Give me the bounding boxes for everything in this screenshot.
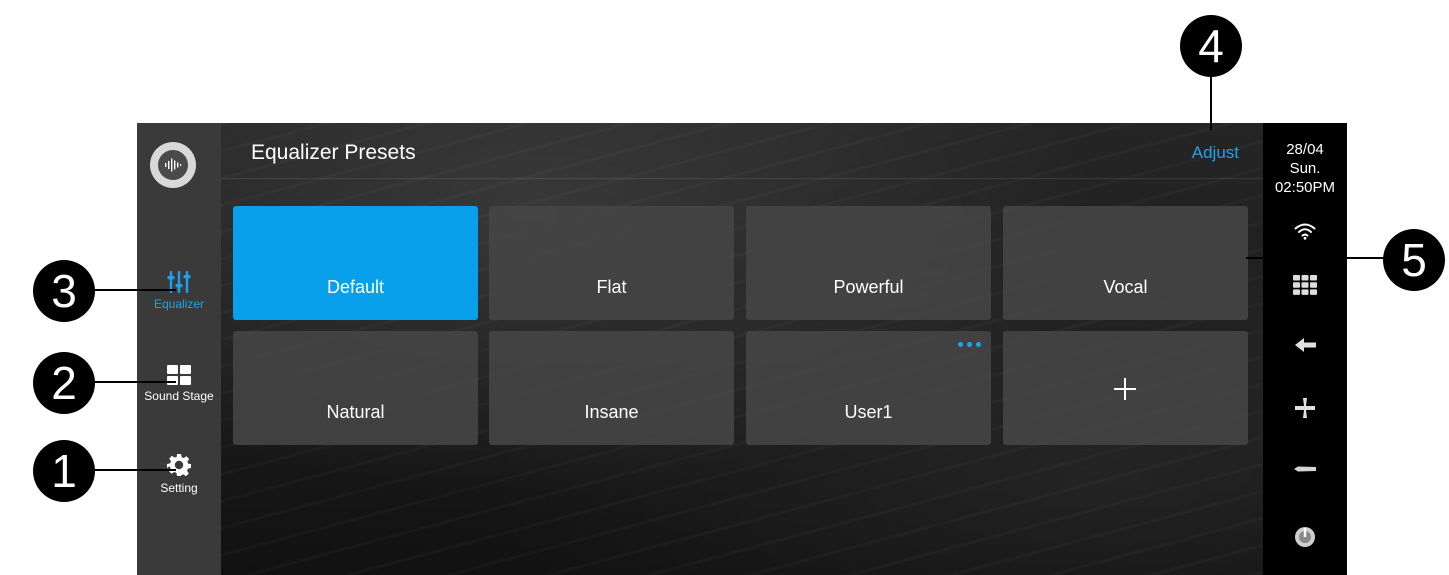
status-day: Sun. [1289, 160, 1321, 177]
callout-3-leader [88, 289, 176, 291]
preset-label: Vocal [1103, 277, 1148, 297]
more-options-icon[interactable] [958, 342, 981, 347]
volume-down-icon[interactable] [1291, 455, 1319, 483]
add-preset-button[interactable] [1003, 331, 1248, 445]
volume-up-icon[interactable] [1291, 394, 1319, 422]
device-screen: Equalizer Sound Stage Setting Equalizer … [137, 123, 1347, 575]
preset-label: Default [326, 277, 385, 297]
preset-label: Insane [584, 402, 639, 422]
preset-label: Powerful [833, 277, 904, 297]
status-date: 28/04 [1286, 141, 1324, 158]
callout-badge-1: 1 [33, 440, 95, 502]
sidebar-item-sound-stage[interactable]: Sound Stage [137, 365, 221, 403]
preset-tile-default[interactable]: Default [233, 206, 478, 320]
callout-2-leader [88, 381, 176, 383]
preset-tile-flat[interactable]: Flat [489, 206, 734, 320]
adjust-button[interactable]: Adjust [1192, 143, 1239, 163]
sidebar-item-label: Equalizer [153, 297, 205, 311]
preset-tile-vocal[interactable]: Vocal [1003, 206, 1248, 320]
preset-label: User1 [844, 402, 893, 422]
apps-grid-icon[interactable] [1291, 271, 1319, 299]
plus-icon [1113, 377, 1137, 406]
power-icon[interactable] [1291, 523, 1319, 551]
callout-4-leader [1210, 68, 1212, 130]
preset-label: Flat [596, 277, 627, 297]
page-title: Equalizer Presets [251, 141, 416, 164]
sidebar-item-equalizer[interactable]: Equalizer [137, 271, 221, 311]
main-panel: Equalizer Presets Adjust Default Flat Po… [221, 123, 1263, 575]
callout-5-leader [1246, 257, 1390, 259]
app-logo[interactable] [150, 142, 196, 188]
callout-badge-4: 4 [1180, 15, 1242, 77]
header: Equalizer Presets Adjust [221, 123, 1263, 179]
gear-icon [167, 453, 191, 477]
preset-tile-insane[interactable]: Insane [489, 331, 734, 445]
callout-1-leader [88, 469, 176, 471]
status-time: 02:50PM [1274, 179, 1336, 196]
sidebar: Equalizer Sound Stage Setting [137, 123, 221, 575]
sound-wave-icon [158, 150, 188, 180]
callout-badge-3: 3 [33, 260, 95, 322]
callout-badge-2: 2 [33, 352, 95, 414]
sidebar-item-setting[interactable]: Setting [137, 453, 221, 495]
preset-label: Natural [326, 402, 385, 422]
preset-tile-natural[interactable]: Natural [233, 331, 478, 445]
preset-tile-powerful[interactable]: Powerful [746, 206, 991, 320]
sidebar-item-label: Sound Stage [144, 389, 214, 403]
callout-badge-5: 5 [1383, 229, 1445, 291]
sidebar-item-label: Setting [160, 481, 198, 495]
preset-tile-user1[interactable]: User1 [746, 331, 991, 445]
status-rail: 28/04 Sun. 02:50PM [1263, 123, 1347, 575]
wifi-icon[interactable] [1291, 217, 1319, 245]
back-arrow-icon[interactable] [1291, 331, 1319, 359]
